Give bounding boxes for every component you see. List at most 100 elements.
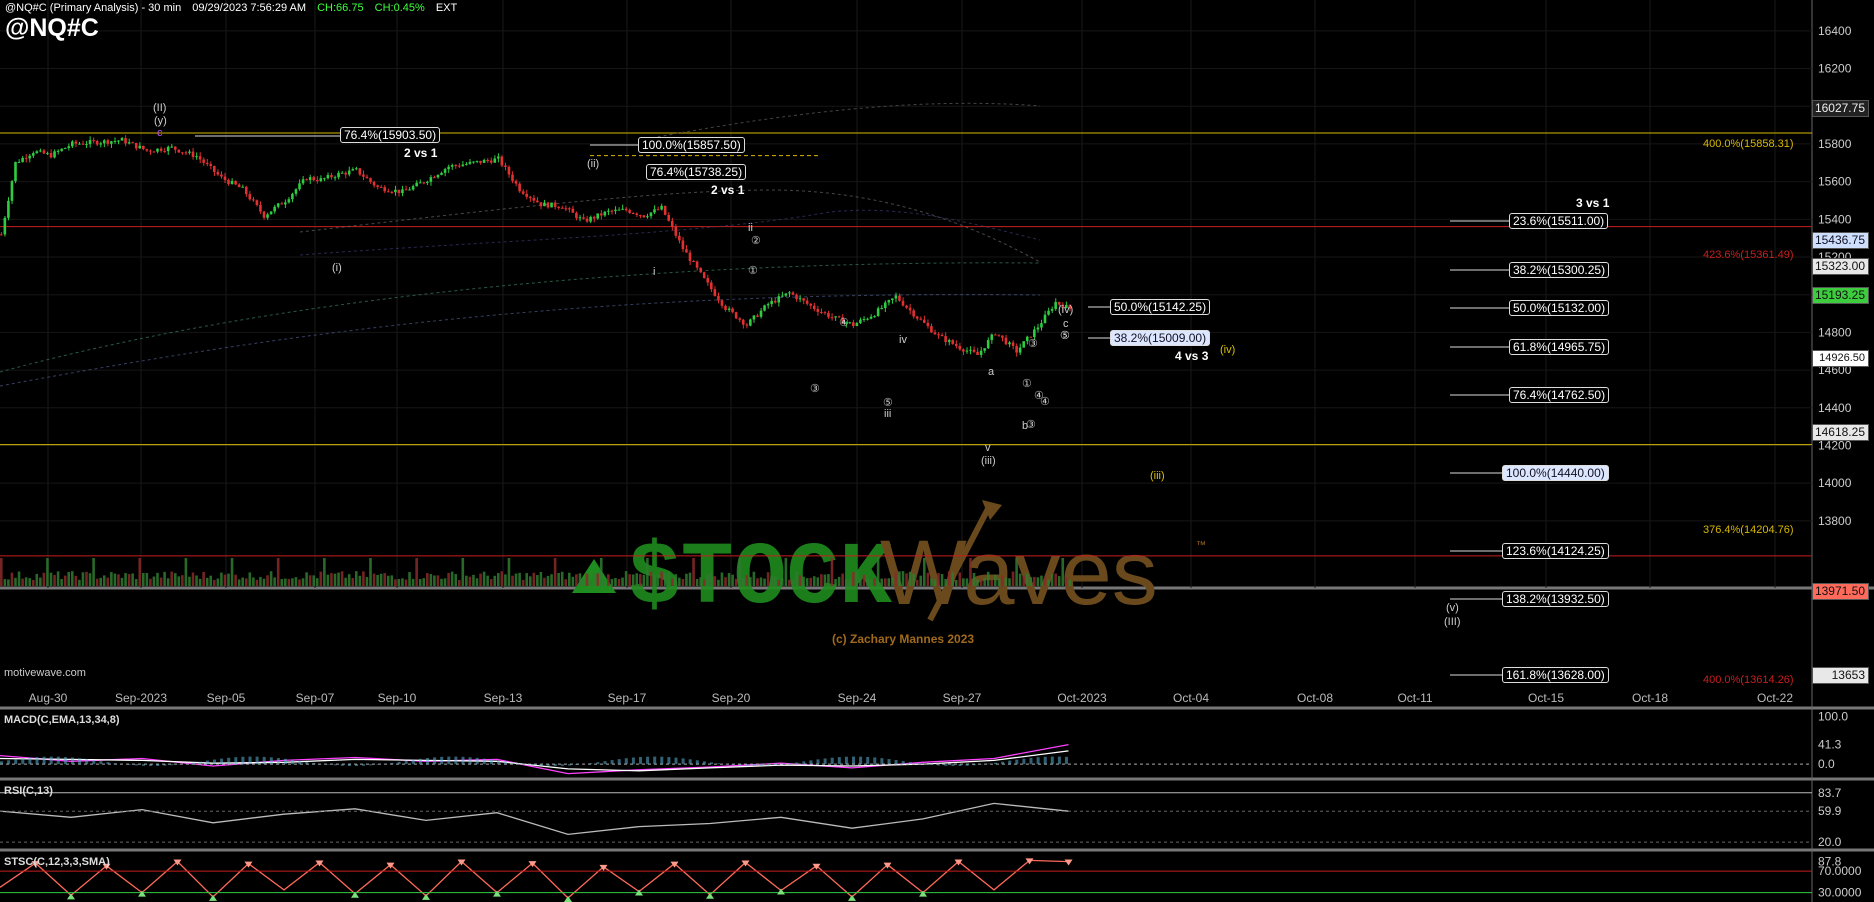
candle-body [418,182,422,184]
volume-bar [937,573,940,586]
stsc-y-label: 30.0000 [1818,886,1862,900]
volume-bar [252,577,255,586]
volume-bar [617,578,621,586]
candle-body [63,147,67,149]
candle-body [812,305,816,310]
volume-bar [120,577,124,586]
volume-bar [124,573,127,586]
macd-histogram-bar [28,757,32,765]
candle-body [390,191,394,193]
wave-label-circled: ③ [810,383,820,395]
volume-bar [134,579,138,586]
fib-label[interactable]: 76.4%(15903.50) [340,127,441,143]
fib-proj-label[interactable]: 161.8%(13628.00) [1502,667,1609,683]
candle-body [713,289,717,296]
candle-body [401,189,404,194]
volume-bar [312,575,315,586]
fib-proj-label[interactable]: 76.4%(14762.50) [1509,387,1610,403]
y-tick-label: 15400 [1818,212,1852,226]
macd-histogram-bar [1015,759,1019,765]
background [0,0,1874,902]
candle-body [1054,301,1057,310]
wave-label: (ii) [587,158,600,170]
volume-bar [1043,577,1047,586]
candle-body [717,295,720,301]
volume-bar [582,578,585,586]
volume-bar [202,571,205,586]
fib-label[interactable]: 76.4%(15738.25) [646,164,747,180]
volume-bar [802,576,805,586]
volume-bar [585,573,589,586]
stsc-pane-label: STSC(C,12,3,3,SMA) [4,856,110,868]
macd-histogram-bar [411,759,415,765]
candle-body [798,298,802,300]
candle-body [159,148,163,151]
volume-bar [518,572,521,586]
fib-proj-label[interactable]: 61.8%(14965.75) [1509,339,1610,355]
candle-body [358,168,362,175]
volume-bar [979,579,983,586]
volume-bar [337,572,340,586]
candle-body [528,196,532,199]
candle-body [773,300,777,303]
macd-histogram-bar [759,764,763,766]
candle-body [315,179,319,182]
y-tick-label: 16200 [1818,62,1852,76]
macd-histogram-bar [773,764,777,766]
candle-body [188,151,191,153]
volume-bar [692,558,695,586]
macd-histogram-bar [134,764,138,766]
volume-bar [156,572,159,586]
fib-proj-label[interactable]: 138.2%(13932.50) [1502,591,1609,607]
volume-bar [390,575,394,586]
macd-histogram-bar [163,764,167,766]
macd-histogram-bar [710,762,713,765]
watermark-waves: Waves [880,522,1158,624]
wave-label-circled: ① [748,265,758,277]
candle-body [710,282,713,290]
volume-bar [507,558,511,586]
y-tick-label: 14000 [1818,476,1852,490]
copyright-text: (c) Zachary Mannes 2023 [832,632,975,646]
fib-proj-label[interactable]: 23.6%(15511.00) [1509,213,1609,229]
fib-label[interactable]: 50.0%(15142.25) [1110,299,1211,315]
candle-body [557,206,560,208]
volume-bar [372,573,376,586]
volume-bar [642,574,646,586]
fib-label-highlighted[interactable]: 38.2%(15009.00) [1110,330,1211,346]
candle-body [994,334,997,336]
volume-bar [127,574,131,586]
chart-canvas[interactable]: $TOCK Waves Aug-30 Sep-2023 Sep-05 Sep-07 Se… [0,0,1874,902]
fib-label[interactable]: 100.0%(15857.50) [638,137,745,153]
wave-label: ii [748,222,753,234]
volume-bar [972,572,976,586]
volume-bar [369,558,372,586]
macd-histogram-bar [603,761,607,765]
candle-body [138,145,142,149]
candle-body [827,312,830,318]
candle-body [990,334,994,341]
candle-body [706,278,710,283]
volume-bar [291,578,294,586]
volume-bar [308,575,312,586]
x-tick-label: Sep-10 [378,691,417,705]
macd-histogram-bar [489,759,493,765]
volume-bar [60,579,63,586]
fib-proj-label-highlighted[interactable]: 100.0%(14440.00) [1502,465,1609,481]
volume-bar [113,573,117,586]
macd-histogram-bar [837,757,841,765]
fib-proj-label[interactable]: 38.2%(15300.25) [1509,262,1610,278]
fib-proj-label[interactable]: 50.0%(15132.00) [1509,300,1610,316]
fib-proj-label[interactable]: 123.6%(14124.25) [1502,543,1609,559]
wave-label: v [985,442,991,454]
macd-histogram-bar [205,760,209,765]
volume-bar [663,573,667,586]
macd-histogram-bar [1057,756,1061,765]
volume-bar [355,571,358,586]
volume-bar [883,578,887,586]
volume-bar [191,572,195,586]
volume-bar [511,575,514,586]
volume-bar [138,558,142,586]
volume-bar [578,573,582,586]
macd-histogram-bar [589,763,593,765]
